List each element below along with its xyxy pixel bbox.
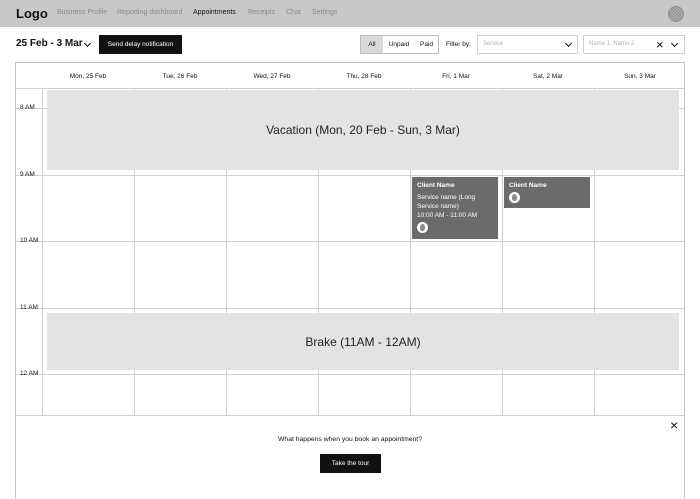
- appointment-card[interactable]: Client Name Service name (Long Service n…: [412, 177, 498, 239]
- appointment-time: 10:00 AM - 11:00 AM: [417, 212, 478, 219]
- segment-all[interactable]: All: [361, 36, 383, 53]
- nav-appointments[interactable]: Appointments: [193, 9, 236, 16]
- chevron-down-icon[interactable]: [564, 39, 573, 48]
- hour-label-9am: 9 AM: [20, 171, 35, 178]
- day-header-sun: Sun, 3 Mar: [624, 73, 656, 80]
- day-header-thu: Thu, 28 Feb: [346, 73, 382, 80]
- grid-line: [16, 241, 684, 242]
- segment-unpaid[interactable]: Unpaid: [383, 36, 415, 53]
- day-header-wed: Wed, 27 Feb: [253, 73, 291, 80]
- week-calendar: Mon, 25 Feb Tue, 26 Feb Wed, 27 Feb Thu,…: [15, 62, 685, 498]
- nav-business-profile[interactable]: Business Profile: [57, 9, 107, 16]
- grid-line: [16, 308, 684, 309]
- send-delay-notification-button[interactable]: Send delay notification: [99, 35, 182, 54]
- banner-text: What happens when you book an appointmen…: [278, 436, 422, 443]
- close-icon[interactable]: ×: [656, 37, 664, 52]
- day-header-fri: Fri, 1 Mar: [442, 73, 470, 80]
- nav-chat[interactable]: Chat: [286, 9, 301, 16]
- day-header-tue: Tue, 26 Feb: [162, 73, 198, 80]
- hour-label-8am: 8 AM: [20, 104, 35, 111]
- service-placeholder: Service: [483, 41, 504, 47]
- vacation-block[interactable]: Vacation (Mon, 20 Feb - Sun, 3 Mar): [47, 90, 679, 170]
- close-icon[interactable]: ×: [670, 417, 678, 433]
- grid-line: [16, 88, 684, 89]
- filter-label: Filter by:: [446, 41, 471, 48]
- nav-reporting-dashboard[interactable]: Reporting dashboard: [117, 9, 182, 16]
- vacation-label: Vacation (Mon, 20 Feb - Sun, 3 Mar): [266, 123, 460, 137]
- day-header-sat: Sat, 2 Mar: [533, 73, 563, 80]
- client-avatar-icon: [417, 222, 428, 233]
- top-nav: Logo Business Profile Reporting dashboar…: [0, 0, 700, 27]
- chevron-down-icon[interactable]: [83, 39, 92, 48]
- service-select[interactable]: Service: [477, 35, 578, 54]
- name-select[interactable]: Name 1, Name 2 ×: [583, 35, 685, 54]
- grid-line: [16, 374, 684, 375]
- appointment-client-name: Client Name: [417, 182, 455, 189]
- chevron-down-icon[interactable]: [670, 39, 679, 48]
- nav-settings[interactable]: Settings: [312, 9, 337, 16]
- hour-label-11am: 11 AM: [20, 304, 38, 311]
- payment-filter-segmented-control: All Unpaid Paid: [360, 35, 439, 54]
- client-avatar-icon: [509, 192, 520, 203]
- onboarding-banner: What happens when you book an appointmen…: [16, 415, 684, 498]
- brake-block[interactable]: Brake (11AM - 12AM): [47, 313, 679, 370]
- grid-line: [42, 88, 43, 415]
- appointment-client-name: Client Name: [509, 182, 547, 189]
- day-header-mon: Mon, 25 Feb: [69, 73, 107, 80]
- names-placeholder: Name 1, Name 2: [589, 41, 635, 47]
- logo[interactable]: Logo: [16, 6, 48, 21]
- user-avatar-icon[interactable]: [668, 6, 684, 22]
- segment-paid[interactable]: Paid: [415, 36, 438, 53]
- brake-label: Brake (11AM - 12AM): [305, 334, 421, 349]
- take-the-tour-button[interactable]: Take the tour: [320, 454, 381, 473]
- nav-receipts[interactable]: Receipts: [248, 9, 275, 16]
- appointment-service-name: Service name (Long Service name): [417, 194, 476, 210]
- grid-line: [16, 175, 684, 176]
- appointment-card[interactable]: Client Name: [504, 177, 590, 208]
- hour-label-12am: 12 AM: [20, 370, 39, 377]
- date-range-picker[interactable]: 25 Feb - 3 Mar: [16, 38, 83, 49]
- hour-label-10am: 10 AM: [20, 237, 39, 244]
